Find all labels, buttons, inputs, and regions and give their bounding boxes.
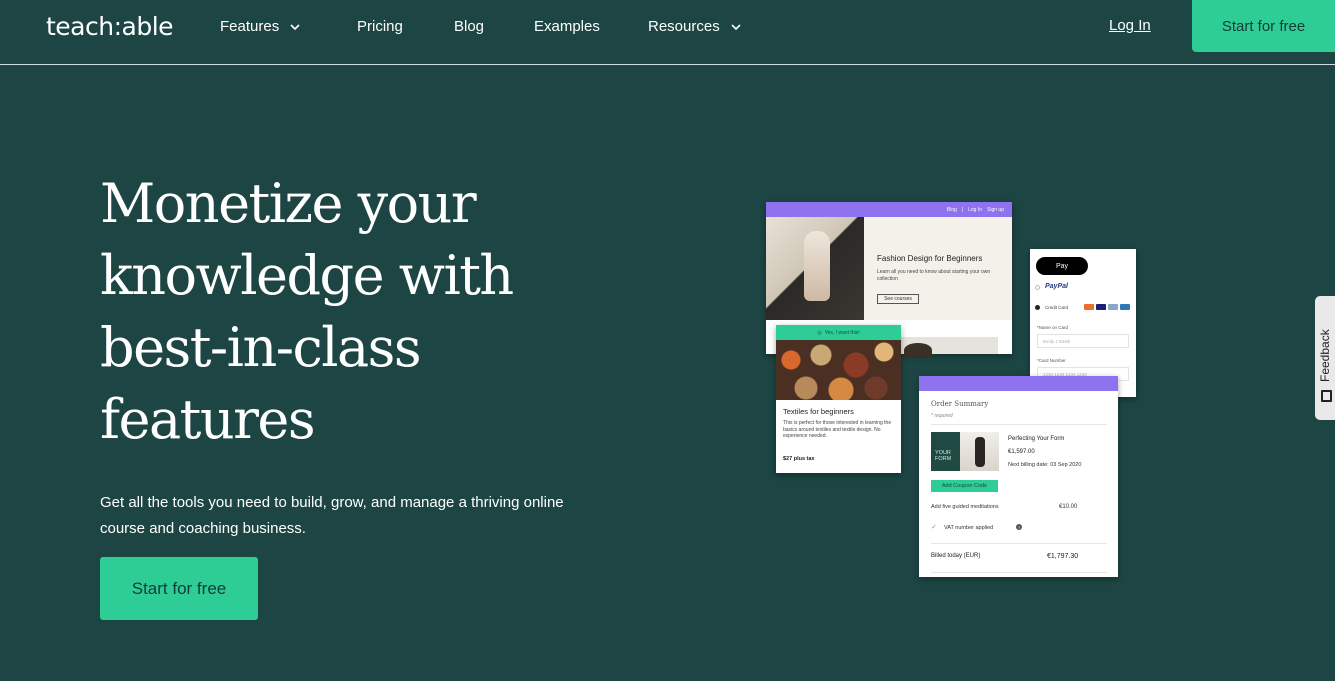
apple-pay-label: Pay bbox=[1055, 262, 1069, 270]
vat-label: VAT number applied bbox=[944, 525, 994, 531]
order-summary-header-bar bbox=[919, 376, 1118, 391]
login-link[interactable]: Log In bbox=[1109, 17, 1151, 34]
nav-pricing-label: Pricing bbox=[357, 18, 403, 35]
nav-resources[interactable]: Resources bbox=[648, 18, 742, 35]
site-nav-login: Log In bbox=[968, 206, 983, 213]
order-summary-title: Order Summary bbox=[931, 400, 989, 408]
product-thumbnail-text: YOUR FORM bbox=[931, 432, 960, 471]
nav-features[interactable]: Features bbox=[220, 18, 301, 35]
card-brand-logos bbox=[1084, 304, 1130, 310]
check-circle-icon: ◎ bbox=[817, 329, 822, 336]
course-preview-card: ◎ Yes, I want this! Textiles for beginne… bbox=[776, 325, 901, 473]
card-number-label: *Card Number bbox=[1037, 358, 1066, 363]
top-navbar: teach:able Features Pricing Blog Example… bbox=[0, 0, 1335, 65]
chevron-down-icon bbox=[290, 23, 300, 30]
next-billing-date: Next billing date: 03 Sep 2020 bbox=[1008, 462, 1082, 468]
course-cta-label: Yes, I want this! bbox=[824, 329, 860, 336]
course-cta-bar: ◎ Yes, I want this! bbox=[776, 325, 901, 340]
site-preview-hero: Fashion Design for Beginners Learn all y… bbox=[766, 217, 1012, 320]
card-name-field: Emily J Smith bbox=[1037, 334, 1129, 348]
course-price: $27 plus tax bbox=[783, 456, 815, 462]
textile-rolls-image bbox=[776, 340, 901, 400]
credit-card-label: Credit Card bbox=[1045, 305, 1069, 310]
hero-subtitle: Get all the tools you need to build, gro… bbox=[100, 494, 564, 537]
mastercard-icon bbox=[1084, 304, 1094, 310]
add-coupon-button: Add Coupon Code bbox=[931, 480, 998, 492]
product-name: Perfecting Your Form bbox=[1008, 436, 1065, 442]
addon-price: €10.00 bbox=[1059, 504, 1078, 510]
product-price: €1,597.00 bbox=[1008, 449, 1035, 455]
card-name-label: *Name on Card bbox=[1037, 325, 1069, 330]
hero-title: Monetize your knowledge with best-in-cla… bbox=[100, 172, 514, 451]
site-preview-desc: Learn all you need to know about startin… bbox=[877, 269, 991, 282]
nav-examples[interactable]: Examples bbox=[534, 18, 600, 35]
feedback-label: Feedback bbox=[1318, 329, 1332, 382]
dress-form-image bbox=[766, 217, 864, 320]
order-summary-card: Order Summary * required YOUR FORM Perfe… bbox=[919, 376, 1118, 577]
nav-examples-label: Examples bbox=[534, 18, 600, 35]
payment-preview-card: Pay PayPal Credit Card *Name on Card Emi… bbox=[1030, 249, 1136, 397]
credit-card-radio bbox=[1035, 305, 1040, 310]
apple-pay-button: Pay bbox=[1036, 257, 1088, 275]
nav-features-label: Features bbox=[220, 18, 280, 35]
billed-today-label: Billed today (EUR) bbox=[931, 553, 981, 559]
nav-blog[interactable]: Blog bbox=[454, 18, 484, 35]
nav-start-free-button[interactable]: Start for free bbox=[1192, 0, 1335, 52]
order-required-note: * required bbox=[931, 413, 953, 419]
hero-start-free-button[interactable]: Start for free bbox=[100, 557, 258, 620]
see-courses-button: See courses bbox=[877, 294, 919, 304]
discover-icon bbox=[1108, 304, 1118, 310]
course-desc: This is perfect for those interested in … bbox=[783, 420, 892, 439]
paypal-radio bbox=[1035, 285, 1040, 290]
nav-blog-label: Blog bbox=[454, 18, 485, 35]
visa-icon bbox=[1096, 304, 1106, 310]
billed-today-price: €1,797.30 bbox=[1047, 553, 1079, 560]
help-icon: ? bbox=[1016, 524, 1022, 530]
feedback-icon bbox=[1321, 390, 1332, 402]
chevron-down-icon bbox=[731, 23, 741, 30]
divider bbox=[931, 572, 1107, 573]
teachable-logo[interactable]: teach:able bbox=[46, 12, 174, 41]
checkmark-icon: ✓ bbox=[931, 524, 937, 531]
feedback-tab[interactable]: Feedback bbox=[1315, 296, 1335, 420]
site-nav-signup: Sign up bbox=[987, 206, 1004, 213]
nav-resources-label: Resources bbox=[648, 18, 720, 35]
addon-label: Add five guided meditations bbox=[931, 504, 999, 510]
site-preview-navbar: Blog | Log In Sign up bbox=[766, 202, 1012, 217]
product-thumbnail-photo bbox=[960, 432, 999, 471]
site-preview-title: Fashion Design for Beginners bbox=[877, 254, 983, 263]
site-nav-separator: | bbox=[961, 206, 964, 213]
divider bbox=[931, 424, 1107, 425]
paypal-logo: PayPal bbox=[1045, 283, 1068, 290]
amex-icon bbox=[1120, 304, 1130, 310]
nav-pricing[interactable]: Pricing bbox=[357, 18, 403, 35]
divider bbox=[931, 543, 1107, 544]
site-nav-blog: Blog bbox=[946, 206, 957, 213]
course-title: Textiles for beginners bbox=[783, 407, 854, 416]
